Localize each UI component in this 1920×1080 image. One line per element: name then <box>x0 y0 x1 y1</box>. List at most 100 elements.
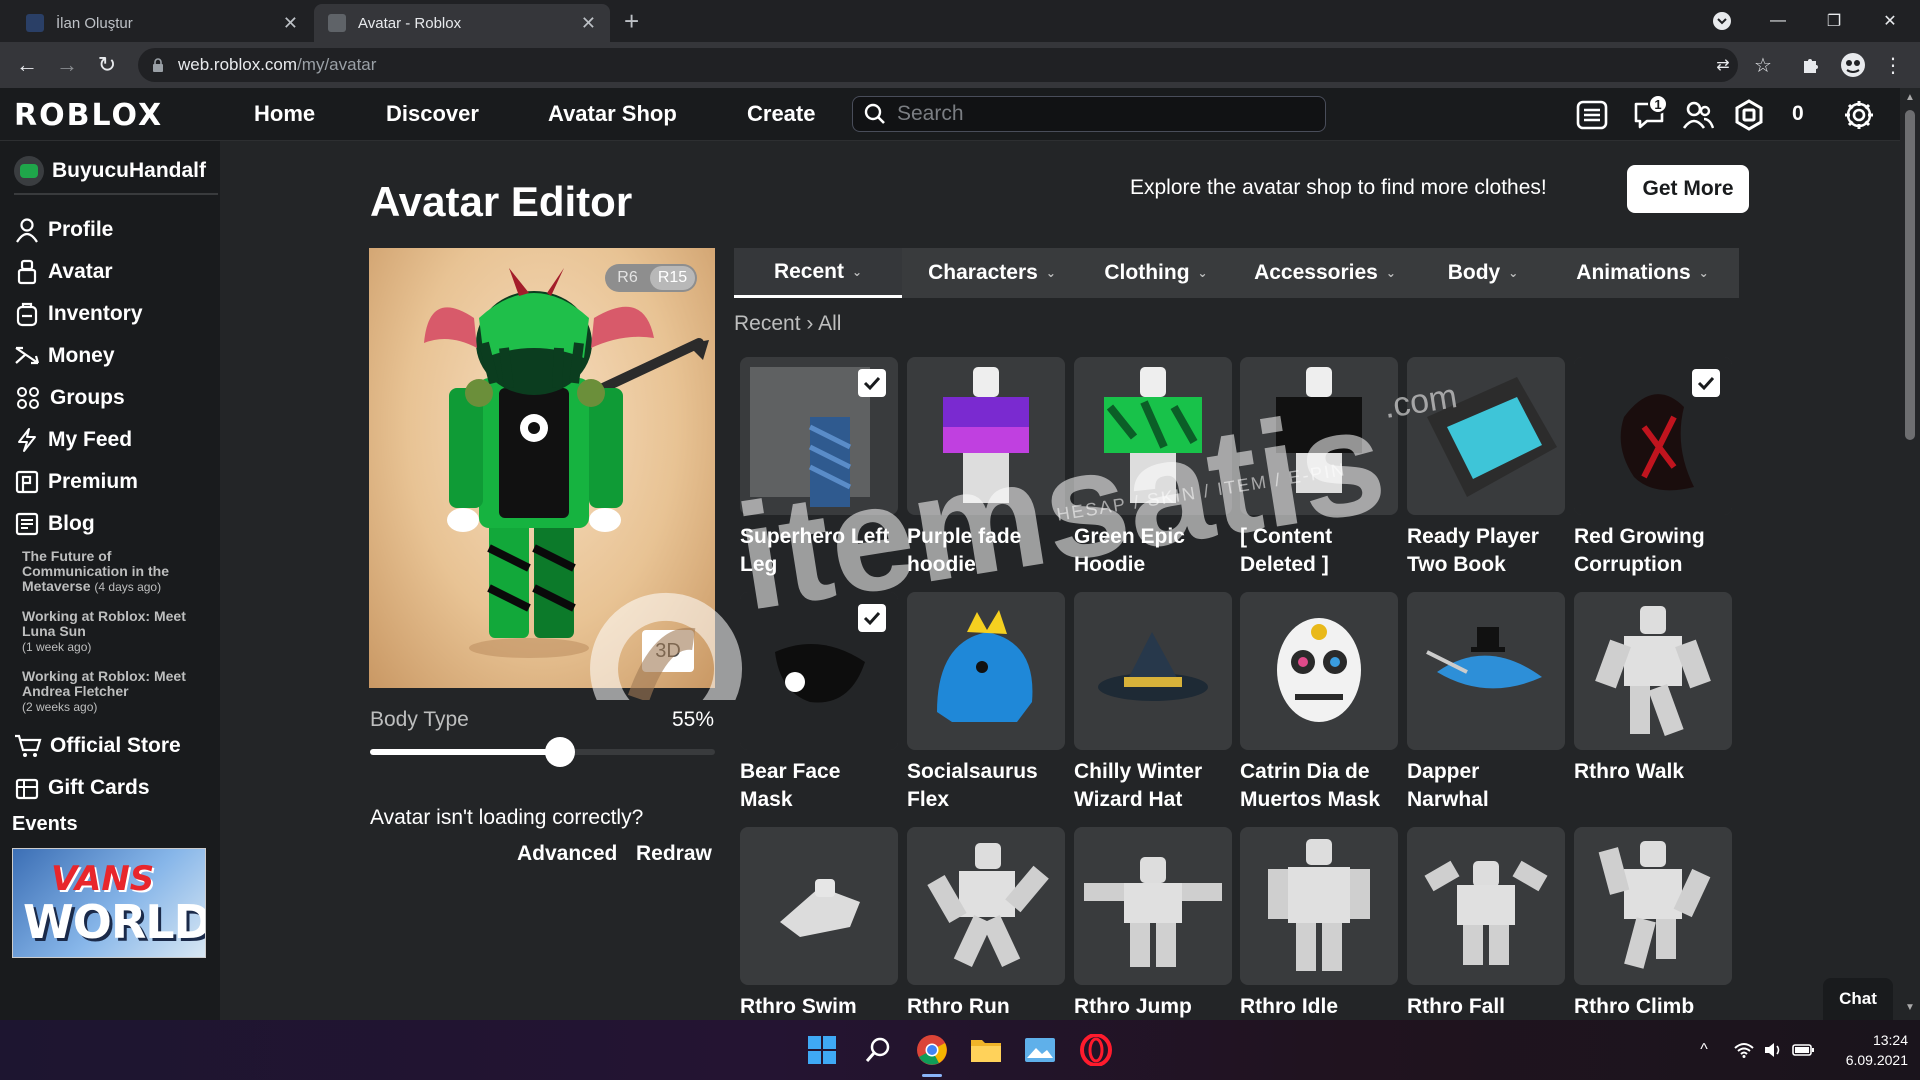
item-name[interactable]: Rthro Run <box>907 993 1065 1021</box>
windows-start-icon[interactable] <box>804 1032 840 1068</box>
blog-news-item[interactable]: Working at Roblox: Meet Luna Sun (1 week… <box>22 609 212 655</box>
item-thumbnail[interactable] <box>1240 357 1398 515</box>
scroll-up-icon[interactable]: ▲ <box>1905 92 1915 103</box>
item-name[interactable]: Rthro Fall <box>1407 993 1565 1021</box>
item-name[interactable]: Dapper Narwhal <box>1407 758 1565 814</box>
sidebar-item-blog[interactable]: Blog <box>14 511 95 537</box>
avatar-item-card[interactable]: [ Content Deleted ] <box>1240 357 1398 579</box>
item-thumbnail[interactable] <box>1574 357 1732 515</box>
item-thumbnail[interactable] <box>740 827 898 985</box>
item-thumbnail[interactable] <box>907 357 1065 515</box>
item-thumbnail[interactable] <box>907 592 1065 750</box>
catalog-list-icon[interactable] <box>1575 98 1609 132</box>
avatar-item-card[interactable]: Rthro Idle <box>1240 827 1398 1021</box>
item-name[interactable]: Green Epic Hoodie <box>1074 523 1232 579</box>
taskbar-search-icon[interactable] <box>860 1032 896 1068</box>
avatar-item-card[interactable]: Rthro Run <box>907 827 1065 1021</box>
restore-icon[interactable]: ❐ <box>1806 0 1862 42</box>
search-input[interactable] <box>897 102 1297 126</box>
avatar-item-card[interactable]: Bear Face Mask <box>740 592 898 814</box>
close-window-icon[interactable]: ✕ <box>1862 0 1918 42</box>
item-thumbnail[interactable] <box>907 827 1065 985</box>
sidebar-item-avatar[interactable]: Avatar <box>14 259 113 285</box>
avatar-item-card[interactable]: Rthro Climb <box>1574 827 1732 1021</box>
sidebar-item-my-feed[interactable]: My Feed <box>14 427 132 453</box>
close-tab-icon[interactable]: ✕ <box>581 13 596 34</box>
item-name[interactable]: Rthro Walk <box>1574 758 1732 786</box>
roblox-logo[interactable]: ROBLOX <box>14 98 163 133</box>
friends-icon[interactable] <box>1681 98 1715 132</box>
item-thumbnail[interactable] <box>740 357 898 515</box>
item-name[interactable]: Ready Player Two Book <box>1407 523 1565 579</box>
item-name[interactable]: Superhero Left Leg <box>740 523 898 579</box>
item-thumbnail[interactable] <box>1240 592 1398 750</box>
item-thumbnail[interactable] <box>1074 357 1232 515</box>
opera-icon[interactable] <box>1078 1032 1114 1068</box>
tab-animations[interactable]: Animations ⌄ <box>1546 248 1739 298</box>
file-explorer-icon[interactable] <box>968 1032 1004 1068</box>
tab-recent[interactable]: Recent ⌄ <box>734 248 902 298</box>
view-3d-button[interactable]: 3D <box>642 630 694 672</box>
rig-r15-option[interactable]: R15 <box>650 266 695 290</box>
item-thumbnail[interactable] <box>1407 357 1565 515</box>
equipped-checkmark-icon[interactable] <box>1692 369 1720 397</box>
item-name[interactable]: Socialsaurus Flex <box>907 758 1065 814</box>
bookmark-star-icon[interactable]: ☆ <box>1748 50 1778 80</box>
item-name[interactable]: Rthro Jump <box>1074 993 1232 1021</box>
sidebar-user[interactable]: BuyucuHandalf <box>14 156 206 186</box>
sidebar-item-gift-cards[interactable]: Gift Cards <box>14 775 150 801</box>
scrollbar-thumb[interactable] <box>1905 110 1915 440</box>
nav-avatar-shop[interactable]: Avatar Shop <box>548 101 677 127</box>
item-thumbnail[interactable] <box>1574 827 1732 985</box>
item-thumbnail[interactable] <box>1074 592 1232 750</box>
address-bar[interactable]: web.roblox.com/my/avatar <box>138 48 1738 82</box>
sidebar-item-inventory[interactable]: Inventory <box>14 301 143 327</box>
avatar-item-card[interactable]: Rthro Swim <box>740 827 898 1021</box>
blog-news-item[interactable]: Working at Roblox: Meet Andrea Fletcher … <box>22 669 212 715</box>
item-name[interactable]: Chilly Winter Wizard Hat <box>1074 758 1232 814</box>
battery-icon[interactable] <box>1786 1032 1822 1068</box>
breadcrumb-recent[interactable]: Recent <box>734 312 801 335</box>
robux-icon[interactable] <box>1732 98 1766 132</box>
taskbar-clock[interactable]: 13:24 6.09.2021 <box>1832 1030 1908 1070</box>
new-tab-button[interactable]: + <box>624 6 639 37</box>
sidebar-item-official-store[interactable]: Official Store <box>14 733 181 759</box>
forward-icon[interactable]: → <box>52 50 82 80</box>
equipped-checkmark-icon[interactable] <box>858 369 886 397</box>
item-name[interactable]: Rthro Climb <box>1574 993 1732 1021</box>
settings-gear-icon[interactable] <box>1842 98 1876 132</box>
robux-balance[interactable]: 0 <box>1792 102 1804 126</box>
page-scrollbar[interactable]: ▲ ▼ <box>1900 88 1920 1020</box>
avatar-item-card[interactable]: Chilly Winter Wizard Hat <box>1074 592 1232 814</box>
chrome-icon[interactable] <box>914 1032 950 1068</box>
rig-r6-option[interactable]: R6 <box>605 269 650 287</box>
chat-button[interactable]: Chat <box>1823 978 1893 1020</box>
sidebar-item-premium[interactable]: Premium <box>14 469 138 495</box>
avatar-item-card[interactable]: Red Growing Corruption <box>1574 357 1732 579</box>
tab-search-icon[interactable] <box>1694 0 1750 42</box>
sidebar-item-profile[interactable]: Profile <box>14 217 113 243</box>
nav-home[interactable]: Home <box>254 101 315 127</box>
get-more-button[interactable]: Get More <box>1627 165 1749 213</box>
avatar-item-card[interactable]: Rthro Fall <box>1407 827 1565 1021</box>
avatar-item-card[interactable]: Rthro Walk <box>1574 592 1732 786</box>
nav-create[interactable]: Create <box>747 101 815 127</box>
avatar-item-card[interactable]: Purple fade hoodie <box>907 357 1065 579</box>
advanced-link[interactable]: Advanced <box>517 842 617 866</box>
sidebar-item-money[interactable]: Money <box>14 343 115 369</box>
tab-clothing[interactable]: Clothing ⌄ <box>1082 248 1230 298</box>
tab-accessories[interactable]: Accessories ⌄ <box>1230 248 1420 298</box>
item-name[interactable]: Rthro Swim <box>740 993 898 1021</box>
sidebar-item-groups[interactable]: Groups <box>14 385 125 411</box>
rig-type-toggle[interactable]: R6 R15 <box>605 264 697 292</box>
nav-discover[interactable]: Discover <box>386 101 479 127</box>
scroll-down-icon[interactable]: ▼ <box>1905 1002 1915 1013</box>
item-name[interactable]: Bear Face Mask <box>740 758 898 814</box>
tab-body[interactable]: Body ⌄ <box>1420 248 1546 298</box>
item-thumbnail[interactable] <box>1574 592 1732 750</box>
avatar-item-card[interactable]: Superhero Left Leg <box>740 357 898 579</box>
profile-avatar-icon[interactable] <box>1838 50 1868 80</box>
minimize-icon[interactable]: — <box>1750 0 1806 42</box>
blog-news-item[interactable]: The Future of Communication in the Metav… <box>22 549 212 595</box>
translate-icon[interactable]: ⇄ <box>1708 50 1738 80</box>
